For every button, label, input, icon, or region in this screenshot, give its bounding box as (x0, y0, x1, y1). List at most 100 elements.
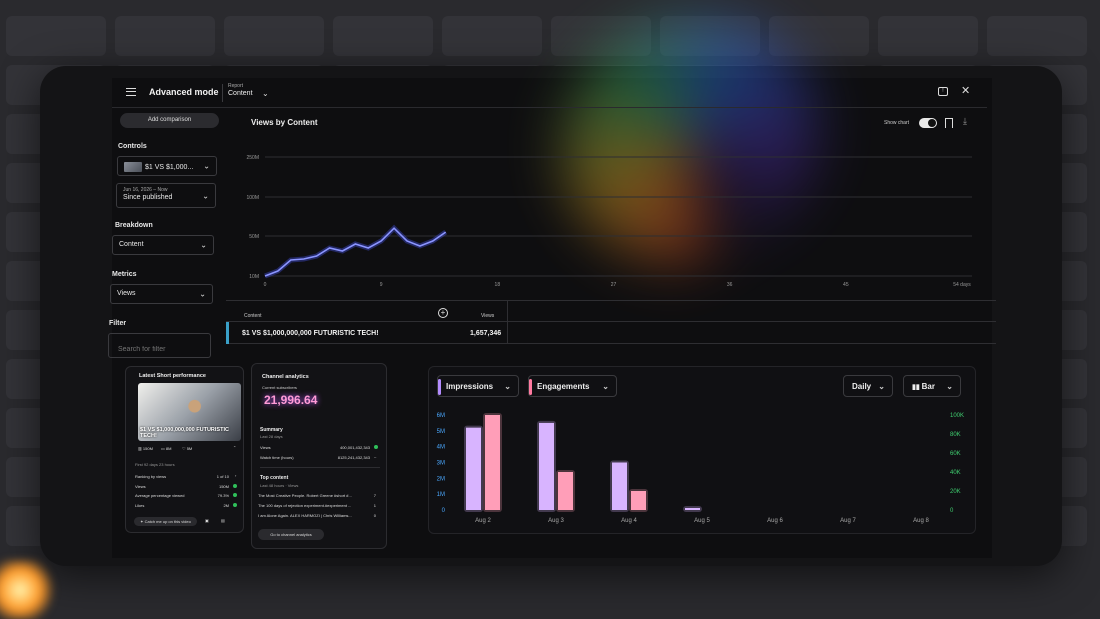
top-content-item[interactable]: The 100 days of rejection experiment.#ex… (258, 503, 351, 508)
video-selector[interactable]: $1 VS $1,000... ⌄ (117, 156, 217, 176)
channel-views-value: 400,001,432,343 (339, 445, 370, 450)
table-row[interactable]: $1 VS $1,000,000,000 FUTURISTIC TECH! 1,… (226, 322, 996, 344)
chevron-down-icon: ⌄ (602, 382, 609, 391)
top-content-value: 0 (373, 513, 376, 518)
engagements-selector[interactable]: Engagements ⌄ (528, 375, 617, 397)
chevron-right-icon[interactable]: › (235, 473, 236, 478)
bookmark-icon[interactable] (945, 118, 953, 128)
likes-label: Likes (135, 503, 145, 508)
chevron-down-icon: ⌄ (946, 382, 953, 391)
date-range-selector[interactable]: Jun 16, 2026 – Now Since published ⌄ (116, 183, 216, 208)
y-left-tick-label: 5M (437, 429, 445, 435)
download-icon[interactable]: ⤓ (963, 116, 967, 127)
likes-value: 2M (223, 503, 229, 508)
y-tick-label: 50M (249, 234, 259, 240)
engagements-bar (558, 472, 573, 510)
report-label: Report (228, 83, 244, 89)
row-color-marker (226, 322, 229, 344)
y-right-tick-label: 20K (950, 489, 961, 495)
light-flare (0, 560, 60, 619)
add-comparison-button[interactable]: Add comparison (120, 113, 219, 128)
content-table: Content + Views $1 VS $1,000,000,000 FUT… (226, 300, 996, 344)
subscribers-label: Current subscribers (262, 385, 297, 390)
filter-input[interactable] (108, 333, 211, 358)
breakdown-selector[interactable]: Content ⌄ (112, 235, 214, 255)
x-tick-label: 36 (727, 282, 733, 288)
stat-likes-value: 5M (186, 446, 193, 451)
chevron-down-icon[interactable]: ⌄ (262, 89, 269, 98)
y-tick-label: 250M (246, 155, 259, 161)
bar-chart-icon: ▮▮ (912, 384, 922, 391)
latest-short-card: Latest Short performance $1 VS $1,000,00… (125, 366, 244, 533)
comment-icon[interactable]: ▤ (221, 518, 225, 523)
x-tick-label: Aug 2 (475, 518, 491, 524)
feedback-icon[interactable]: ! (938, 87, 948, 96)
impressions-bar (612, 462, 627, 510)
x-tick-label: Aug 7 (840, 518, 856, 524)
x-tick-label: 0 (264, 282, 267, 288)
series-line-glow (264, 224, 448, 279)
short-period: First 92 days 23 hours (135, 462, 175, 467)
summary-label: Summary (260, 427, 283, 433)
series-color-marker (438, 379, 441, 395)
show-chart-toggle[interactable] (919, 118, 937, 128)
engagements-bar (485, 415, 500, 510)
menu-icon[interactable] (126, 88, 136, 96)
metrics-value: Views (117, 290, 136, 297)
engagements-bar (631, 491, 646, 510)
top-content-period: Last 48 hours · Views (260, 483, 299, 488)
metrics-label: Metrics (112, 271, 137, 278)
views-line-chart: 10M 50M 100M 250M 0 9 18 27 36 45 54 days (246, 155, 972, 288)
impressions-engagements-bar-chart: 0 1M 2M 3M 4M 5M 6M 0 20K 40K 60K 80K 100K Aug 2 Aug 3… (437, 413, 964, 524)
top-content-item[interactable]: I am Alone Again. ALEX HARMOZI | Chris W… (258, 513, 352, 518)
catch-up-button[interactable]: ✦ Catch me up on this video (134, 517, 197, 526)
caption-icon[interactable]: ▣ (205, 518, 209, 523)
breakdown-value: Content (119, 241, 144, 248)
go-to-channel-analytics-button[interactable]: Go to channel analytics (258, 529, 324, 540)
y-right-tick-label: 0 (950, 508, 954, 514)
column-header-content[interactable]: Content (244, 313, 262, 319)
y-left-tick-label: 4M (437, 445, 445, 451)
x-tick-label: 45 (843, 282, 849, 288)
y-left-tick-label: 3M (437, 461, 445, 467)
x-tick-label: Aug 5 (694, 518, 710, 524)
dash-icon: – (374, 454, 377, 459)
row-content-title: $1 VS $1,000,000,000 FUTURISTIC TECH! (242, 330, 379, 337)
chart-type-value: Bar (921, 382, 935, 391)
short-card-title: Latest Short performance (139, 373, 206, 379)
period-selector[interactable]: Daily ⌄ (843, 375, 893, 397)
check-icon (233, 484, 237, 488)
chevron-down-icon: ⌄ (203, 161, 210, 171)
y-right-tick-label: 100K (950, 413, 964, 419)
y-left-tick-label: 6M (437, 413, 445, 419)
chart-type-selector[interactable]: ▮▮ Bar ⌄ (903, 375, 961, 397)
top-content-value: 7 (373, 493, 376, 498)
chevron-up-icon[interactable]: ⌃ (233, 445, 236, 450)
show-chart-label: Show chart (884, 120, 910, 126)
date-range-value: Since published (123, 194, 173, 201)
close-icon[interactable]: ✕ (961, 84, 970, 97)
impressions-selector[interactable]: Impressions ⌄ (437, 375, 519, 397)
add-column-icon[interactable]: + (438, 308, 448, 318)
short-thumbnail[interactable]: $1 VS $1,000,000,000 FUTURISTIC TECH! (138, 383, 241, 441)
subscribers-value: 21,996.64 (264, 393, 318, 407)
y-right-tick-label: 80K (950, 432, 961, 438)
avg-viewed-value: 79.3% (217, 493, 229, 498)
chevron-down-icon: ⌄ (504, 382, 511, 391)
divider (260, 467, 380, 468)
report-selector[interactable]: Content (228, 90, 253, 97)
column-header-views[interactable]: Views (481, 313, 494, 319)
views-label: Views (135, 484, 146, 489)
stat-views-value: 150M (142, 446, 153, 451)
x-tick-label: 27 (611, 282, 617, 288)
series-line (264, 227, 447, 277)
channel-card-title: Channel analytics (262, 374, 309, 380)
video-selector-value: $1 VS $1,000... (145, 163, 194, 171)
chevron-down-icon: ⌄ (200, 240, 207, 250)
ranking-label: Ranking by views (135, 474, 167, 479)
filter-label: Filter (109, 320, 127, 327)
y-right-tick-label: 60K (950, 451, 961, 457)
top-content-item[interactable]: The Most Creative People. Robert Greene … (258, 493, 352, 498)
metrics-selector[interactable]: Views ⌄ (110, 284, 213, 304)
check-icon (374, 445, 378, 449)
